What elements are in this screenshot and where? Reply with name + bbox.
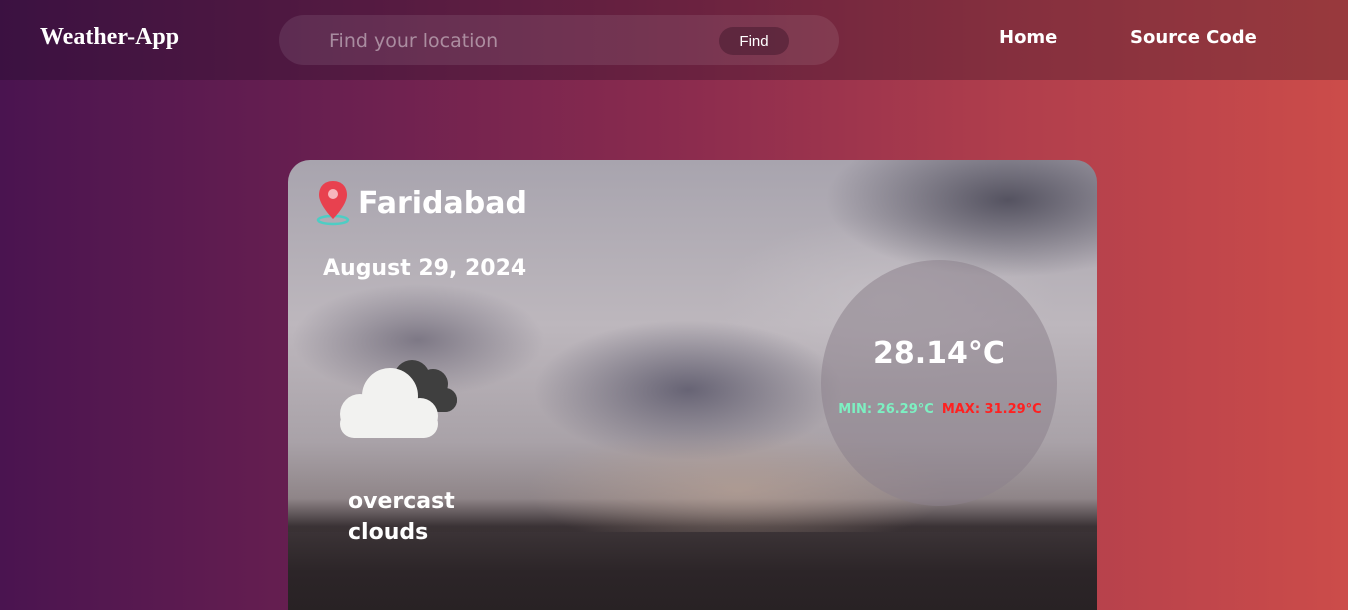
weather-card: Faridabad August 29, 2024 overcast cloud… <box>288 160 1097 610</box>
weather-description: overcast clouds <box>348 489 455 545</box>
nav-source-code-link[interactable]: Source Code <box>1130 27 1257 48</box>
navbar: Weather-App Find Home Source Code <box>0 0 1348 80</box>
min-temperature: MIN: 26.29°C <box>838 402 934 417</box>
location-pin-icon <box>316 181 350 226</box>
nav-home-link[interactable]: Home <box>999 27 1057 48</box>
current-date: August 29, 2024 <box>323 256 527 281</box>
broken-clouds-icon <box>340 360 457 438</box>
brand-title: Weather-App <box>40 24 180 50</box>
max-temperature: MAX: 31.29°C <box>941 402 1042 417</box>
search-bar: Find <box>279 15 839 65</box>
min-max-row: MIN: 26.29°C MAX: 31.29°C <box>815 402 1065 417</box>
location-search-input[interactable] <box>327 25 711 57</box>
find-button[interactable]: Find <box>719 27 789 55</box>
temperature-panel: 28.14°C MIN: 26.29°C MAX: 31.29°C <box>821 260 1057 506</box>
current-temperature: 28.14°C <box>873 336 1005 371</box>
city-name: Faridabad <box>358 186 527 221</box>
